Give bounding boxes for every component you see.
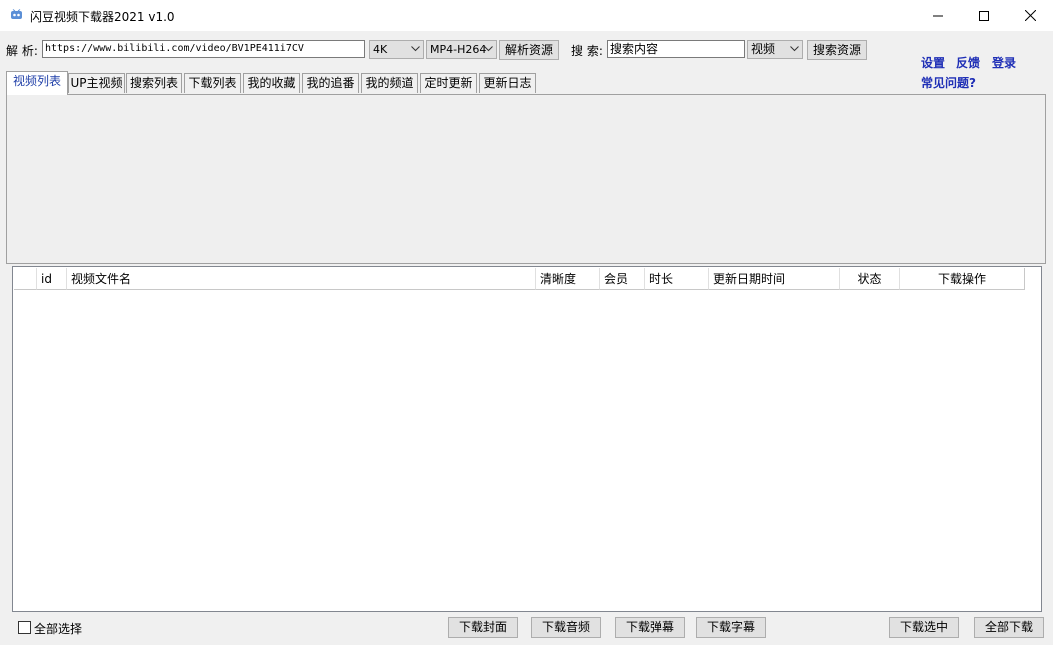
login-link[interactable]: 登录: [992, 54, 1016, 71]
feedback-link[interactable]: 反馈: [956, 54, 980, 71]
tab-followed-series[interactable]: 我的追番: [302, 73, 359, 93]
select-all-checkbox[interactable]: [18, 621, 31, 634]
maximize-button[interactable]: [961, 0, 1007, 31]
tab-download-list[interactable]: 下载列表: [184, 73, 241, 93]
tab-search-list[interactable]: 搜索列表: [126, 73, 182, 93]
info-panel: [6, 94, 1046, 264]
tab-video-list[interactable]: 视频列表: [6, 71, 68, 95]
download-selected-button[interactable]: 下载选中: [889, 617, 959, 638]
search-type-select[interactable]: 视频: [747, 40, 803, 59]
search-button[interactable]: 搜索资源: [807, 40, 867, 60]
chevron-down-icon: [484, 46, 493, 52]
download-all-button[interactable]: 全部下载: [974, 617, 1044, 638]
close-button[interactable]: [1007, 0, 1053, 31]
column-header-duration[interactable]: 时长: [645, 268, 709, 290]
tab-changelog[interactable]: 更新日志: [479, 73, 536, 93]
column-header-actions[interactable]: 下载操作: [900, 268, 1025, 290]
column-header-updated[interactable]: 更新日期时间: [709, 268, 840, 290]
format-select-value: MP4-H264: [430, 43, 487, 56]
column-header-filename[interactable]: 视频文件名: [67, 268, 536, 290]
close-icon: [1024, 10, 1036, 21]
column-header-member[interactable]: 会员: [600, 268, 645, 290]
window-title: 闪豆视频下载器2021 v1.0: [30, 10, 175, 24]
maximize-icon: [979, 10, 989, 21]
download-danmaku-button[interactable]: 下载弹幕: [615, 617, 685, 638]
search-type-value: 视频: [751, 42, 776, 56]
tab-uploader-videos[interactable]: UP主视频: [68, 73, 125, 93]
video-table[interactable]: id 视频文件名 清晰度 会员 时长 更新日期时间 状态 下载操作: [12, 266, 1042, 612]
search-input[interactable]: 搜索内容: [607, 40, 745, 58]
tab-favorites[interactable]: 我的收藏: [243, 73, 300, 93]
download-cover-button[interactable]: 下载封面: [448, 617, 518, 638]
minimize-button[interactable]: [915, 0, 961, 31]
chevron-down-icon: [790, 46, 799, 52]
chevron-down-icon: [411, 46, 420, 52]
parse-label: 解 析:: [6, 44, 38, 58]
quality-select-value: 4K: [373, 43, 388, 56]
download-audio-button[interactable]: 下载音频: [531, 617, 601, 638]
download-subtitle-button[interactable]: 下载字幕: [696, 617, 766, 638]
select-all-label: 全部选择: [34, 622, 83, 636]
quality-select[interactable]: 4K: [369, 40, 424, 59]
column-header-quality[interactable]: 清晰度: [536, 268, 600, 290]
url-input[interactable]: https://www.bilibili.com/video/BV1PE411i…: [42, 40, 365, 58]
tab-channels[interactable]: 我的频道: [361, 73, 418, 93]
minimize-icon: [933, 15, 943, 16]
column-header-status[interactable]: 状态: [840, 268, 900, 290]
tab-scheduled-update[interactable]: 定时更新: [420, 73, 477, 93]
app-logo-icon: [10, 9, 23, 21]
settings-link[interactable]: 设置: [921, 54, 945, 71]
search-label: 搜 索:: [571, 44, 603, 58]
faq-link[interactable]: 常见问题?: [921, 74, 976, 91]
parse-button[interactable]: 解析资源: [499, 40, 559, 60]
column-header-id[interactable]: id: [37, 268, 67, 290]
format-select[interactable]: MP4-H264: [426, 40, 497, 59]
column-header-select[interactable]: [14, 268, 37, 290]
